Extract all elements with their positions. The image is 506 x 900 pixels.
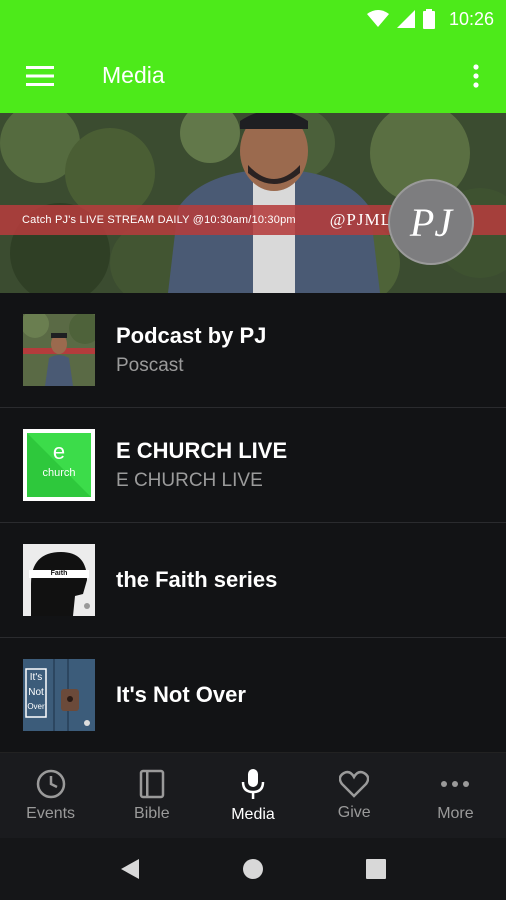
item-text: the Faith series (116, 567, 277, 593)
item-title: the Faith series (116, 567, 278, 592)
list-item-not-over[interactable]: It's Not Over It's Not Over (0, 638, 506, 753)
faith-word: Faith (50, 570, 68, 577)
battery-icon (422, 9, 435, 29)
echurch-letter: e (52, 439, 66, 464)
nav-media[interactable]: Media (202, 753, 303, 838)
clock-icon (36, 769, 65, 798)
pj-logo: PJ (388, 179, 474, 265)
status-bar: 10:26 (0, 0, 506, 38)
item-text: It's Not Over (116, 682, 246, 708)
status-icons: 10:26 (366, 8, 494, 30)
signal-icon (396, 10, 415, 28)
list-item-echurch[interactable]: e church E CHURCH LIVE E CHURCH LIVE (0, 408, 506, 523)
more-horizontal-icon (441, 780, 470, 787)
list-item-podcast[interactable]: Podcast by PJ Poscast (0, 293, 506, 408)
echurch-word: church (42, 467, 76, 479)
not-over-thumbnail: It's Not Over (23, 659, 95, 731)
back-icon[interactable] (119, 857, 141, 881)
app-screen: 10:26 Media Catch PJ's LIVE STREAM DAILY… (0, 0, 506, 900)
banner-strip-text: Catch PJ's LIVE STREAM DAILY @10:30am/10… (22, 214, 296, 226)
nav-more[interactable]: More (405, 753, 506, 838)
list-item-faith-series[interactable]: Faith the Faith series (0, 523, 506, 638)
more-vertical-icon[interactable] (446, 38, 506, 113)
app-toolbar: Media (0, 38, 506, 113)
microphone-icon (241, 768, 265, 799)
item-text: E CHURCH LIVE E CHURCH LIVE (116, 438, 287, 492)
podcast-thumbnail (23, 314, 95, 386)
recents-icon[interactable] (365, 858, 387, 880)
host-photo (168, 113, 380, 293)
item-title: Podcast by PJ (116, 323, 267, 348)
pj-logo-text: PJ (409, 199, 453, 245)
nav-more-label: More (437, 804, 474, 822)
page-title: Media (102, 62, 165, 88)
home-icon[interactable] (241, 857, 265, 881)
media-banner[interactable]: Catch PJ's LIVE STREAM DAILY @10:30am/10… (0, 113, 506, 293)
faith-series-thumbnail: Faith (23, 544, 95, 616)
wifi-icon (366, 10, 389, 27)
echurch-thumbnail: e church (23, 429, 95, 501)
book-icon (139, 769, 165, 798)
item-text: Podcast by PJ Poscast (116, 323, 266, 377)
media-list: Podcast by PJ Poscast e church E CHURCH … (0, 293, 506, 753)
nav-bible-label: Bible (134, 804, 170, 822)
item-title: It's Not Over (116, 682, 246, 707)
not-over-line-1: It's (29, 672, 43, 683)
nav-bible[interactable]: Bible (101, 753, 202, 838)
not-over-line-3: Over (27, 702, 45, 711)
nav-events-label: Events (26, 804, 76, 822)
item-subtitle: Poscast (116, 355, 184, 376)
not-over-line-2: Not (28, 687, 44, 698)
status-time: 10:26 (448, 8, 494, 29)
system-navigation-bar (0, 838, 506, 900)
nav-give-label: Give (337, 803, 371, 821)
bottom-navigation: Events Bible Media Give More (0, 752, 506, 838)
heart-icon (339, 770, 370, 798)
nav-events[interactable]: Events (0, 753, 101, 838)
item-subtitle: E CHURCH LIVE (116, 470, 263, 491)
nav-give[interactable]: Give (304, 753, 405, 838)
hamburger-menu-icon[interactable] (0, 38, 80, 113)
nav-media-label: Media (231, 805, 275, 823)
item-title: E CHURCH LIVE (116, 438, 288, 463)
